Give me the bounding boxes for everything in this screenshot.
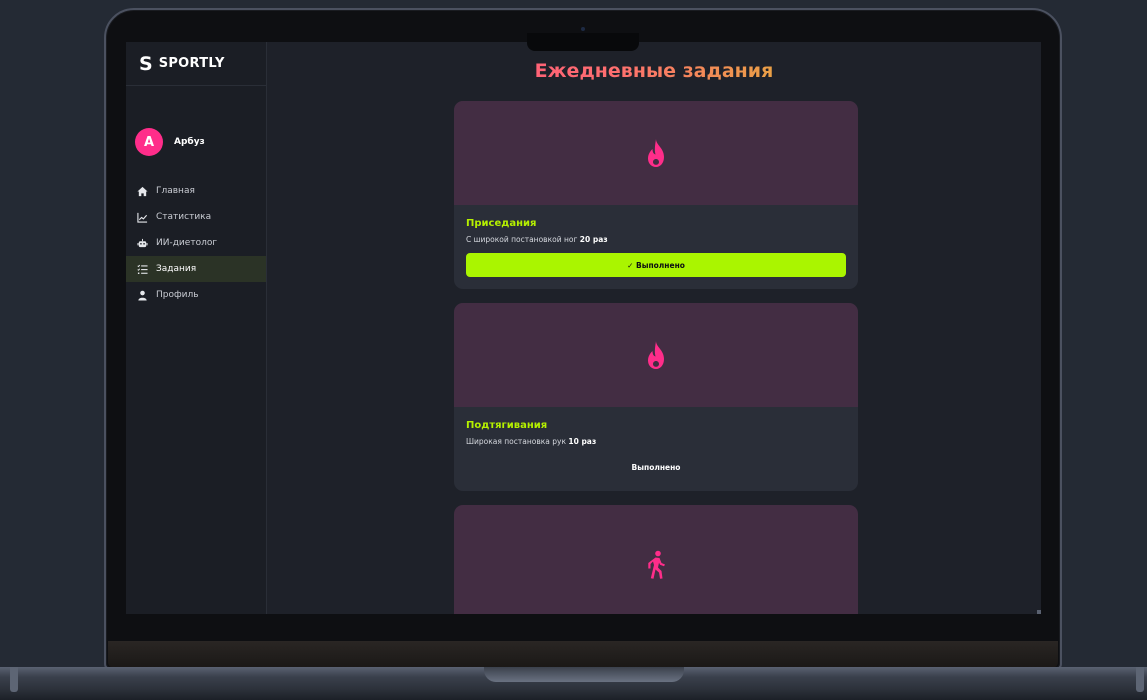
- laptop-foot-left: [10, 667, 18, 692]
- sidebar-item-stats[interactable]: Статистика: [126, 204, 266, 230]
- walking-icon: [648, 550, 665, 579]
- main-content: Ежедневные задания Приседания С широкой …: [267, 42, 1041, 614]
- page-title: Ежедневные задания: [267, 60, 1041, 82]
- task-card: Приседания С широкой постановкой ног 20 …: [454, 101, 858, 289]
- sidebar-item-profile[interactable]: Профиль: [126, 282, 266, 308]
- avatar: А: [135, 128, 163, 156]
- scrollbar-corner: [1037, 610, 1041, 614]
- logo-text: SPORTLY: [158, 56, 225, 71]
- laptop-chin: [108, 641, 1058, 668]
- fire-icon: [648, 139, 664, 167]
- task-title: Подтягивания: [466, 420, 548, 431]
- home-icon: [137, 186, 148, 197]
- task-description-text: С широкой постановкой ног: [466, 235, 578, 244]
- user-name: Арбуз: [174, 137, 205, 147]
- robot-icon: [137, 238, 148, 249]
- task-card: [454, 505, 858, 614]
- task-card-hero: [454, 101, 858, 205]
- sidebar-item-tasks[interactable]: Задания: [126, 256, 266, 282]
- sidebar-item-home[interactable]: Главная: [126, 178, 266, 204]
- task-card-body: Подтягивания Широкая постановка рук 10 р…: [454, 407, 858, 491]
- sidebar-item-label: Главная: [156, 186, 195, 196]
- user-icon: [137, 290, 148, 301]
- complete-task-button[interactable]: Выполнено: [466, 455, 846, 479]
- task-card-body: Приседания С широкой постановкой ног 20 …: [454, 205, 858, 289]
- task-description-text: Широкая постановка рук: [466, 437, 566, 446]
- sidebar-item-label: Профиль: [156, 290, 199, 300]
- task-description: Широкая постановка рук 10 раз: [466, 437, 846, 446]
- task-card: Подтягивания Широкая постановка рук 10 р…: [454, 303, 858, 491]
- chart-line-icon: [137, 212, 148, 223]
- task-amount: 10 раз: [568, 437, 597, 446]
- task-description: С широкой постановкой ног 20 раз: [466, 235, 846, 244]
- logo-mark: S: [139, 52, 153, 75]
- sidebar-item-label: Статистика: [156, 212, 212, 222]
- task-card-hero: [454, 303, 858, 407]
- laptop-base-groove: [484, 667, 684, 682]
- app-logo[interactable]: S SPORTLY: [126, 42, 266, 86]
- complete-task-button[interactable]: ✓ Выполнено: [466, 253, 846, 277]
- task-card-hero: [454, 505, 858, 614]
- sidebar-item-label: ИИ-диетолог: [156, 238, 218, 248]
- laptop-foot-right: [1136, 667, 1144, 692]
- app-screen: S SPORTLY А Арбуз Главная Статистика ИИ-…: [126, 42, 1041, 614]
- sidebar: S SPORTLY А Арбуз Главная Статистика ИИ-…: [126, 42, 267, 614]
- sidebar-nav: Главная Статистика ИИ-диетолог Задания П…: [126, 178, 266, 308]
- task-list-icon: [137, 264, 148, 275]
- task-amount: 20 раз: [579, 235, 608, 244]
- sidebar-item-ai-dietitian[interactable]: ИИ-диетолог: [126, 230, 266, 256]
- task-title: Приседания: [466, 218, 537, 229]
- sidebar-item-label: Задания: [156, 264, 197, 274]
- camera-notch: [527, 33, 639, 51]
- camera-icon: [581, 27, 585, 31]
- user-profile[interactable]: А Арбуз: [126, 86, 266, 178]
- fire-icon: [648, 341, 664, 369]
